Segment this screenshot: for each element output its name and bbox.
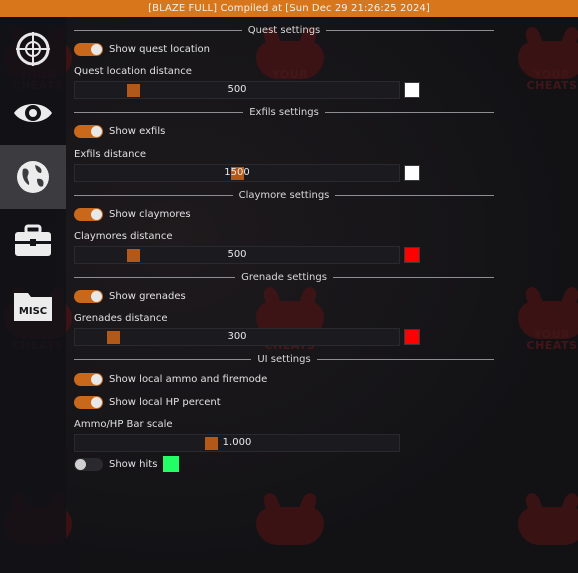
- bar-scale-slider[interactable]: 1.000: [74, 434, 400, 452]
- tab-misc[interactable]: MISC: [0, 273, 66, 337]
- quest-location-toggle[interactable]: [74, 42, 103, 56]
- claymores-toggle-label: Show claymores: [109, 208, 191, 220]
- claymores-distance-slider[interactable]: 500: [74, 246, 400, 264]
- grenades-distance-label: Grenades distance: [74, 313, 168, 324]
- ammo-firemode-toggle[interactable]: [74, 372, 103, 386]
- crosshair-icon: [16, 32, 50, 66]
- eye-icon: [14, 104, 52, 122]
- exfils-toggle-row[interactable]: Show exfils: [74, 124, 165, 138]
- grenades-toggle[interactable]: [74, 289, 103, 303]
- globe-icon: [17, 161, 49, 193]
- ammo-firemode-toggle-row[interactable]: Show local ammo and firemode: [74, 372, 267, 386]
- quest-location-toggle-row[interactable]: Show quest location: [74, 42, 210, 56]
- settings-panel: Quest settings Show quest location Quest…: [66, 17, 578, 573]
- bar-scale-label: Ammo/HP Bar scale: [74, 419, 173, 430]
- claymores-toggle-row[interactable]: Show claymores: [74, 207, 191, 221]
- tab-world[interactable]: [0, 145, 66, 209]
- misc-folder-icon: MISC: [14, 293, 52, 321]
- section-header-ui: UI settings: [74, 352, 495, 366]
- bar-scale-value: 1.000: [222, 437, 252, 448]
- claymores-toggle[interactable]: [74, 207, 103, 221]
- exfils-color-swatch[interactable]: [404, 165, 420, 181]
- grenades-toggle-row[interactable]: Show grenades: [74, 289, 186, 303]
- show-hits-toggle[interactable]: [74, 457, 103, 471]
- quest-distance-label: Quest location distance: [74, 66, 192, 77]
- section-header-claymore: Claymore settings: [74, 188, 494, 202]
- grenades-toggle-label: Show grenades: [109, 290, 186, 302]
- claymore-color-swatch[interactable]: [404, 247, 420, 263]
- exfils-distance-value: 1500: [224, 167, 250, 178]
- exfils-toggle[interactable]: [74, 124, 103, 138]
- hp-percent-toggle-row[interactable]: Show local HP percent: [74, 395, 221, 409]
- window-titlebar: [BLAZE FULL] Compiled at [Sun Dec 29 21:…: [0, 0, 578, 17]
- exfils-toggle-label: Show exfils: [109, 125, 166, 137]
- svg-text:MISC: MISC: [19, 306, 47, 317]
- hits-color-swatch[interactable]: [163, 456, 180, 472]
- exfils-distance-label: Exfils distance: [74, 149, 147, 160]
- section-header-quest: Quest settings: [74, 23, 494, 37]
- show-hits-toggle-label: Show hits: [109, 458, 158, 470]
- sidebar: MISC: [0, 17, 66, 573]
- hp-percent-toggle-label: Show local HP percent: [109, 396, 221, 408]
- ammo-firemode-toggle-label: Show local ammo and firemode: [109, 373, 268, 385]
- briefcase-icon: [15, 224, 51, 256]
- quest-location-toggle-label: Show quest location: [109, 43, 210, 55]
- show-hits-toggle-row[interactable]: Show hits: [74, 456, 180, 472]
- section-header-grenade: Grenade settings: [74, 270, 495, 284]
- hp-percent-toggle[interactable]: [74, 395, 103, 409]
- grenades-distance-value: 300: [227, 331, 247, 342]
- claymores-distance-value: 500: [227, 249, 247, 260]
- tab-visuals[interactable]: [0, 81, 66, 145]
- tab-items[interactable]: [0, 209, 66, 273]
- section-header-exfils: Exfils settings: [74, 105, 494, 119]
- grenade-color-swatch[interactable]: [404, 329, 420, 345]
- quest-distance-value: 500: [227, 84, 247, 95]
- claymores-distance-label: Claymores distance: [74, 231, 173, 242]
- tab-aimbot[interactable]: [0, 17, 66, 81]
- grenades-distance-slider[interactable]: 300: [74, 328, 400, 346]
- exfils-distance-slider[interactable]: 1500: [74, 164, 400, 182]
- quest-color-swatch[interactable]: [404, 82, 420, 98]
- quest-distance-slider[interactable]: 500: [74, 81, 400, 99]
